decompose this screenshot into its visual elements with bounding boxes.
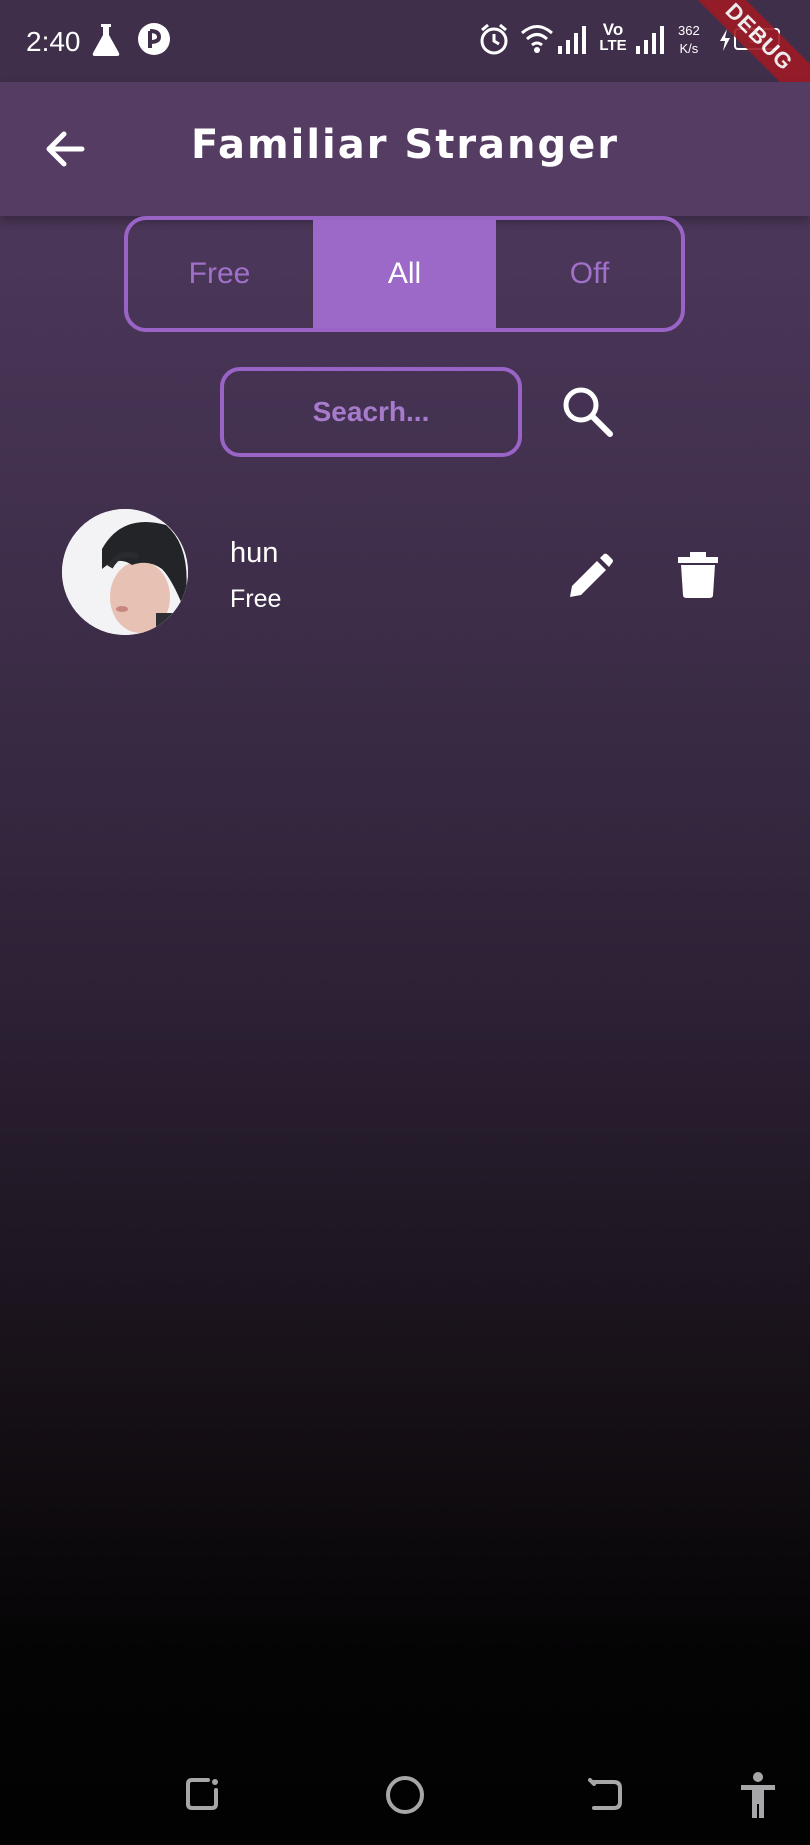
page-title: Familiar Stranger xyxy=(190,122,620,168)
wifi-icon xyxy=(521,25,553,53)
edit-icon[interactable] xyxy=(566,553,614,601)
contact-name: hun xyxy=(230,537,279,569)
filter-option-all[interactable]: All xyxy=(313,220,496,328)
search-placeholder: Seacrh... xyxy=(312,396,430,427)
app-bar: Familiar Stranger xyxy=(0,82,810,216)
back-icon[interactable] xyxy=(582,1770,632,1820)
volte-icon: Vo LTE xyxy=(596,20,630,54)
app-notification-icon xyxy=(138,23,170,55)
network-speed-value: 362 xyxy=(678,23,700,38)
list-item[interactable]: hun Free xyxy=(0,505,810,640)
volte-bottom-label: LTE xyxy=(599,37,627,54)
recents-icon[interactable] xyxy=(178,1770,228,1820)
alarm-icon xyxy=(480,23,508,55)
network-speed: 362 K/s xyxy=(678,22,700,58)
system-nav-bar xyxy=(0,1740,810,1845)
contact-status: Free xyxy=(230,585,282,613)
signal-icon xyxy=(636,26,664,54)
delete-icon[interactable] xyxy=(676,551,720,599)
status-bar: 2:40 Vo LTE 362 K/s 99 xyxy=(0,0,810,82)
flask-icon xyxy=(92,24,120,56)
filter-option-free[interactable]: Free xyxy=(128,220,311,328)
accessibility-icon[interactable] xyxy=(733,1770,783,1820)
status-time: 2:40 xyxy=(26,26,81,57)
filter-option-off[interactable]: Off xyxy=(498,220,681,328)
search-icon[interactable] xyxy=(558,382,616,440)
home-icon[interactable] xyxy=(380,1770,430,1820)
search-input[interactable]: Seacrh... xyxy=(220,367,522,457)
filter-toggle: Free All Off xyxy=(124,216,685,332)
signal-icon xyxy=(558,26,586,54)
network-speed-unit: K/s xyxy=(679,41,699,56)
volte-top-label: Vo xyxy=(602,20,624,39)
avatar xyxy=(62,509,188,635)
